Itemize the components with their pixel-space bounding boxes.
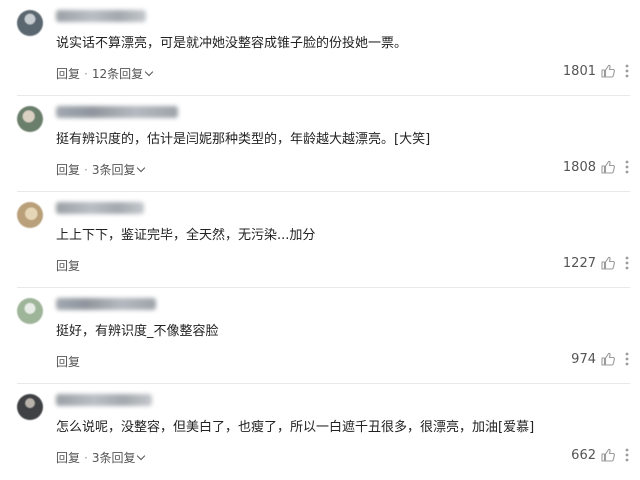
- like-count: 662: [571, 447, 596, 463]
- username-blurred[interactable]: [56, 10, 146, 22]
- more-vertical-icon[interactable]: [624, 63, 630, 79]
- username-blurred[interactable]: [56, 106, 178, 118]
- comment-actions: 回复: [56, 257, 80, 274]
- reply-button[interactable]: 回复: [56, 163, 80, 177]
- separator-dot: ·: [84, 163, 88, 177]
- separator-dot: ·: [84, 67, 88, 81]
- comment-tools: 974: [571, 350, 630, 368]
- chevron-down-icon: [137, 163, 146, 173]
- avatar[interactable]: [17, 298, 43, 324]
- comment-actions: 回复 · 3条回复: [56, 161, 146, 178]
- avatar[interactable]: [17, 202, 43, 228]
- avatar[interactable]: [17, 106, 43, 132]
- comment-tools: 1808: [563, 158, 630, 176]
- like-count: 1808: [562, 159, 596, 175]
- avatar-image: [17, 106, 43, 132]
- username-blurred[interactable]: [56, 202, 144, 214]
- comment-actions: 回复: [56, 353, 80, 370]
- comment-tools: 1227: [563, 254, 630, 272]
- like-count: 1227: [562, 255, 596, 271]
- username-blurred[interactable]: [56, 394, 152, 406]
- separator-dot: ·: [84, 451, 88, 465]
- avatar-image: [17, 10, 43, 36]
- comment-tools: 1801: [563, 62, 630, 80]
- username-blurred[interactable]: [56, 298, 156, 310]
- chevron-down-icon: [137, 451, 146, 461]
- comment-item: 挺好，有辨识度_不像整容脸 回复 974: [0, 288, 640, 384]
- reply-button[interactable]: 回复: [56, 355, 80, 369]
- reply-count-label: 12条回复: [91, 67, 144, 81]
- like-count: 974: [571, 351, 596, 367]
- more-vertical-icon[interactable]: [624, 159, 630, 175]
- comment-item: 说实话不算漂亮，可是就冲她没整容成锥子脸的份投她一票。 回复 · 12条回复 180…: [0, 0, 640, 96]
- avatar-image: [17, 394, 43, 420]
- comment-text: 上上下下，鉴证完毕，全天然，无污染...加分: [56, 228, 316, 243]
- thumbs-up-icon[interactable]: [600, 351, 616, 367]
- avatar[interactable]: [17, 394, 43, 420]
- comment-tools: 662: [571, 446, 630, 464]
- view-replies-link[interactable]: 12条回复: [91, 67, 154, 81]
- more-vertical-icon[interactable]: [624, 447, 630, 463]
- chevron-down-icon: [144, 67, 154, 77]
- comment-item: 怎么说呢，没整容，但美白了，也瘦了，所以一白遮千丑很多，很漂亮，加油[爱慕] 回…: [0, 384, 640, 480]
- view-replies-link[interactable]: 3条回复: [91, 163, 146, 177]
- comment-actions: 回复 · 3条回复: [56, 449, 146, 466]
- more-vertical-icon[interactable]: [624, 351, 630, 367]
- comment-text: 挺有辨识度的，估计是闫妮那种类型的，年龄越大越漂亮。[大笑]: [56, 132, 431, 147]
- avatar[interactable]: [17, 10, 43, 36]
- thumbs-up-icon[interactable]: [600, 63, 616, 79]
- like-count: 1801: [562, 63, 596, 79]
- view-replies-link[interactable]: 3条回复: [91, 451, 146, 465]
- more-vertical-icon[interactable]: [624, 255, 630, 271]
- thumbs-up-icon[interactable]: [600, 159, 616, 175]
- reply-count-label: 3条回复: [91, 163, 136, 177]
- thumbs-up-icon[interactable]: [600, 447, 616, 463]
- reply-button[interactable]: 回复: [56, 67, 80, 81]
- comment-text: 挺好，有辨识度_不像整容脸: [56, 324, 219, 339]
- comment-text: 说实话不算漂亮，可是就冲她没整容成锥子脸的份投她一票。: [56, 36, 408, 51]
- comment-item: 挺有辨识度的，估计是闫妮那种类型的，年龄越大越漂亮。[大笑] 回复 · 3条回复 1…: [0, 96, 640, 192]
- comment-actions: 回复 · 12条回复: [56, 65, 154, 82]
- reply-count-label: 3条回复: [91, 451, 136, 465]
- thumbs-up-icon[interactable]: [600, 255, 616, 271]
- avatar-image: [17, 298, 43, 324]
- comment-item: 上上下下，鉴证完毕，全天然，无污染...加分 回复 1227: [0, 192, 640, 288]
- avatar-image: [17, 202, 43, 228]
- reply-button[interactable]: 回复: [56, 451, 80, 465]
- reply-button[interactable]: 回复: [56, 259, 80, 273]
- comment-text: 怎么说呢，没整容，但美白了，也瘦了，所以一白遮千丑很多，很漂亮，加油[爱慕]: [56, 420, 535, 435]
